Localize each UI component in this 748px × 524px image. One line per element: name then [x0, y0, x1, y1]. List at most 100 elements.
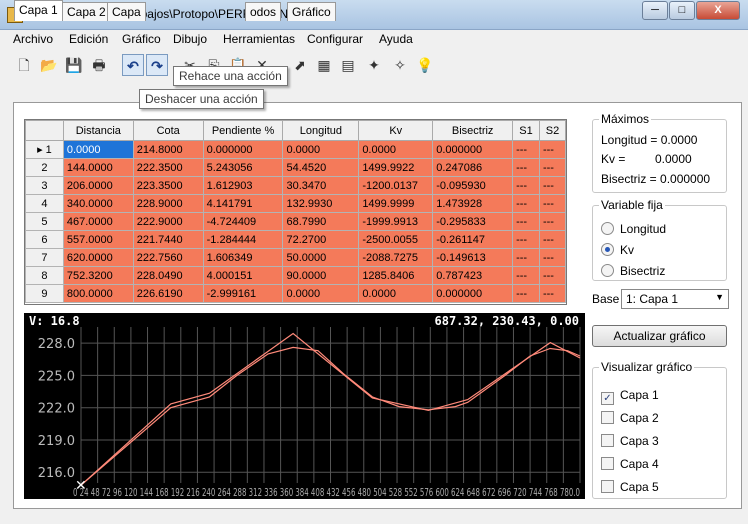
- tab-todos[interactable]: odos: [245, 2, 282, 21]
- checkbox-box[interactable]: [601, 434, 614, 447]
- checkbox-box[interactable]: [601, 480, 614, 493]
- table-cell[interactable]: 90.0000: [282, 266, 360, 285]
- actualizar-grafico-button[interactable]: Actualizar gráfico: [592, 325, 727, 347]
- table-cell[interactable]: 228.9000: [132, 194, 204, 213]
- profile-chart[interactable]: 228.0 225.0 222.0 219.0 216.0 ✕ V: 16.8 687.32,…: [24, 313, 585, 499]
- checkbox-capa-3[interactable]: Capa 3: [601, 434, 659, 448]
- row-header[interactable]: 7: [25, 248, 64, 267]
- table-row[interactable]: 5 467.0000 222.9000 -4.724409 68.7990 -1999.9…: [25, 212, 566, 231]
- radio-bisectriz[interactable]: Bisectriz: [601, 264, 665, 278]
- radio-kv[interactable]: Kv: [601, 243, 634, 257]
- row-header[interactable]: ▸ 1: [25, 140, 64, 159]
- col-longitud[interactable]: Longitud: [282, 120, 360, 141]
- tab-capa-1[interactable]: Capa 1: [14, 0, 63, 21]
- table-cell[interactable]: -2500.0055: [358, 230, 434, 249]
- document-tool-icon[interactable]: ▤: [337, 54, 359, 76]
- table-cell[interactable]: 1499.9999: [358, 194, 434, 213]
- radio-circle[interactable]: [601, 243, 614, 256]
- table-cell[interactable]: 0.000000: [432, 140, 514, 159]
- col-s1[interactable]: S1: [512, 120, 540, 141]
- row-header[interactable]: 6: [25, 230, 64, 249]
- table-cell[interactable]: 222.3500: [132, 158, 204, 177]
- table-cell[interactable]: -0.261147: [432, 230, 514, 249]
- table-cell[interactable]: 50.0000: [282, 248, 360, 267]
- menu-dibujo[interactable]: Dibujo: [173, 32, 207, 46]
- table-cell[interactable]: ---: [538, 194, 566, 213]
- table-cell[interactable]: ---: [538, 230, 566, 249]
- col-s2[interactable]: S2: [538, 120, 566, 141]
- checkbox-capa-2[interactable]: Capa 2: [601, 411, 659, 425]
- table-cell[interactable]: ---: [512, 140, 540, 159]
- open-folder-icon[interactable]: 📂: [38, 54, 60, 76]
- row-header[interactable]: 5: [25, 212, 64, 231]
- row-header[interactable]: 8: [25, 266, 64, 285]
- table-cell[interactable]: 4.000151: [202, 266, 284, 285]
- table-row[interactable]: 6 557.0000 221.7440 -1.284444 72.2700 -2500.0…: [25, 230, 566, 249]
- table-cell[interactable]: 0.0000: [62, 140, 134, 159]
- table-cell[interactable]: 206.0000: [62, 176, 134, 195]
- radio-circle[interactable]: [601, 264, 614, 277]
- menu-edicion[interactable]: Edición: [69, 32, 108, 46]
- redo-icon[interactable]: ↷: [146, 54, 168, 76]
- table-cell[interactable]: ---: [512, 194, 540, 213]
- menu-herramientas[interactable]: Herramientas: [223, 32, 295, 46]
- checkbox-box[interactable]: [601, 411, 614, 424]
- table-cell[interactable]: -4.724409: [202, 212, 284, 231]
- table-cell[interactable]: 1285.8406: [358, 266, 434, 285]
- table-cell[interactable]: ---: [538, 176, 566, 195]
- table-cell[interactable]: ---: [512, 230, 540, 249]
- table-cell[interactable]: 0.247086: [432, 158, 514, 177]
- col-kv[interactable]: Kv: [358, 120, 434, 141]
- table-cell[interactable]: 620.0000: [62, 248, 134, 267]
- table-cell[interactable]: ---: [512, 176, 540, 195]
- table-cell[interactable]: ---: [512, 266, 540, 285]
- table-cell[interactable]: 1.612903: [202, 176, 284, 195]
- print-icon[interactable]: 🖶: [88, 54, 110, 76]
- table-cell[interactable]: ---: [538, 248, 566, 267]
- table-cell[interactable]: 467.0000: [62, 212, 134, 231]
- table-cell[interactable]: ---: [538, 212, 566, 231]
- table-cell[interactable]: 30.3470: [282, 176, 360, 195]
- table-cell[interactable]: -0.095930: [432, 176, 514, 195]
- table-cell[interactable]: ---: [512, 158, 540, 177]
- table-row[interactable]: 9 800.0000 226.6190 -2.999161 0.0000 0.0000 0.…: [25, 284, 566, 303]
- menu-archivo[interactable]: Archivo: [13, 32, 53, 46]
- menu-configurar[interactable]: Configurar: [307, 32, 363, 46]
- table-cell[interactable]: 752.3200: [62, 266, 134, 285]
- table-cell[interactable]: 228.0490: [132, 266, 204, 285]
- puzzle-icon[interactable]: ✦: [363, 54, 385, 76]
- save-icon[interactable]: 💾: [63, 54, 85, 76]
- table-cell[interactable]: -2.999161: [202, 284, 284, 303]
- table-cell[interactable]: 1.606349: [202, 248, 284, 267]
- minimize-button[interactable]: ─: [642, 1, 668, 20]
- checkbox-box[interactable]: [601, 457, 614, 470]
- table-row[interactable]: ▸ 1 0.0000 214.8000 0.000000 0.0000 0.0000 0.0…: [25, 140, 566, 159]
- checkbox-box[interactable]: ✓: [601, 392, 614, 405]
- tool-a-icon[interactable]: ⬈: [289, 54, 311, 76]
- radio-longitud[interactable]: Longitud: [601, 222, 666, 236]
- table-row[interactable]: 8 752.3200 228.0490 4.000151 90.0000 1285.840…: [25, 266, 566, 285]
- base-select[interactable]: 1: Capa 1 ▼: [621, 289, 729, 309]
- new-file-icon[interactable]: 🗋: [13, 54, 35, 76]
- table-cell[interactable]: ---: [538, 158, 566, 177]
- table-cell[interactable]: ---: [538, 284, 566, 303]
- table-cell[interactable]: 144.0000: [62, 158, 134, 177]
- table-cell[interactable]: 222.9000: [132, 212, 204, 231]
- table-row[interactable]: 3 206.0000 223.3500 1.612903 30.3470 -1200.01…: [25, 176, 566, 195]
- row-header[interactable]: 4: [25, 194, 64, 213]
- table-cell[interactable]: 5.243056: [202, 158, 284, 177]
- data-grid[interactable]: Distancia Cota Pendiente % Longitud Kv B…: [24, 119, 567, 305]
- table-icon[interactable]: ▦: [313, 54, 335, 76]
- table-cell[interactable]: 557.0000: [62, 230, 134, 249]
- table-cell[interactable]: 0.0000: [358, 284, 434, 303]
- table-cell[interactable]: 223.3500: [132, 176, 204, 195]
- table-cell[interactable]: -1.284444: [202, 230, 284, 249]
- table-cell[interactable]: ---: [538, 266, 566, 285]
- table-cell[interactable]: 214.8000: [132, 140, 204, 159]
- table-cell[interactable]: 226.6190: [132, 284, 204, 303]
- table-cell[interactable]: -1999.9913: [358, 212, 434, 231]
- undo-icon[interactable]: ↶: [122, 54, 144, 76]
- chevron-down-icon[interactable]: ▼: [715, 292, 724, 302]
- table-cell[interactable]: 1499.9922: [358, 158, 434, 177]
- row-header[interactable]: 9: [25, 284, 64, 303]
